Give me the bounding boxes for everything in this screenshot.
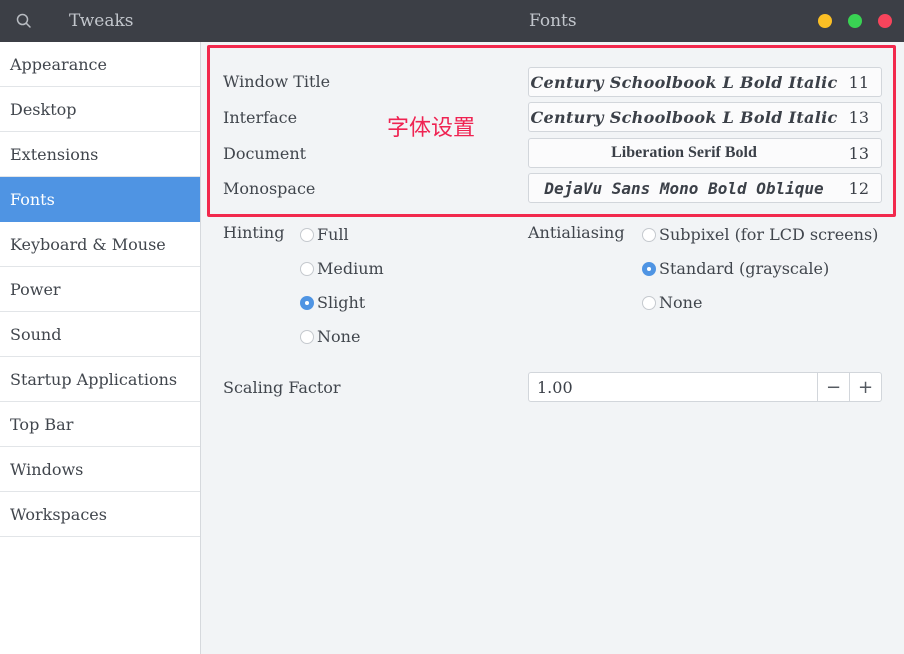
radio-button-checked[interactable] [642,261,656,276]
sidebar-item-label: Extensions [10,144,99,164]
minimize-button[interactable] [818,14,832,28]
radio-button[interactable] [642,227,656,242]
sidebar-item-label: Startup Applications [10,369,178,389]
page-title: Fonts [529,11,577,31]
sidebar-item-fonts[interactable]: Fonts [0,177,200,222]
search-icon[interactable] [14,11,34,31]
hinting-radio-full[interactable]: Full [300,225,349,244]
hinting-radio-slight[interactable]: Slight [300,293,365,312]
sidebar-item-power[interactable]: Power [0,267,200,312]
sidebar-item-label: Sound [10,324,62,344]
antialiasing-radio-standard[interactable]: Standard (grayscale) [642,259,829,278]
sidebar-item-windows[interactable]: Windows [0,447,200,492]
radio-button[interactable] [300,261,314,276]
antialiasing-label: Antialiasing [528,223,625,242]
radio-label: Standard (grayscale) [659,259,830,278]
radio-label: Medium [317,259,384,278]
sidebar-item-workspaces[interactable]: Workspaces [0,492,200,537]
sidebar-item-label: Power [10,279,61,299]
radio-button[interactable] [300,329,314,344]
scaling-factor-spinbutton[interactable]: 1.00 − + [528,372,882,402]
sidebar: Appearance Desktop Extensions Fonts Keyb… [0,42,201,654]
increment-button[interactable]: + [849,372,881,402]
app-title: Tweaks [69,11,134,31]
sidebar-item-label: Fonts [10,189,55,209]
maximize-button[interactable] [848,14,862,28]
sidebar-item-label: Appearance [10,54,107,74]
sidebar-item-label: Keyboard & Mouse [10,234,166,254]
radio-label: None [317,327,361,346]
header-bar: Tweaks Fonts [0,0,904,42]
radio-label: None [659,293,703,312]
scaling-factor-label: Scaling Factor [223,378,341,397]
sidebar-item-label: Top Bar [10,414,74,434]
sidebar-item-desktop[interactable]: Desktop [0,87,200,132]
hinting-radio-medium[interactable]: Medium [300,259,384,278]
sidebar-item-label: Windows [10,459,84,479]
sidebar-item-startup-applications[interactable]: Startup Applications [0,357,200,402]
radio-button[interactable] [300,227,314,242]
sidebar-item-keyboard-mouse[interactable]: Keyboard & Mouse [0,222,200,267]
radio-button-checked[interactable] [300,295,314,310]
antialiasing-radio-none[interactable]: None [642,293,702,312]
sidebar-item-label: Desktop [10,99,77,119]
radio-label: Subpixel (for LCD screens) [659,225,879,244]
antialiasing-radio-subpixel[interactable]: Subpixel (for LCD screens) [642,225,878,244]
decrement-button[interactable]: − [817,372,849,402]
annotation-label: 字体设置 [387,116,476,141]
sidebar-item-extensions[interactable]: Extensions [0,132,200,177]
sidebar-item-top-bar[interactable]: Top Bar [0,402,200,447]
sidebar-item-appearance[interactable]: Appearance [0,42,200,87]
radio-label: Full [317,225,349,244]
sidebar-item-sound[interactable]: Sound [0,312,200,357]
hinting-label: Hinting [223,223,285,242]
radio-button[interactable] [642,295,656,310]
close-button[interactable] [878,14,892,28]
radio-label: Slight [317,293,366,312]
scaling-factor-value[interactable]: 1.00 [537,378,573,397]
annotation-highlight-box [207,45,896,217]
sidebar-item-label: Workspaces [10,504,107,524]
hinting-radio-none[interactable]: None [300,327,360,346]
fonts-panel: Window Title Century Schoolbook L Bold I… [201,42,904,654]
